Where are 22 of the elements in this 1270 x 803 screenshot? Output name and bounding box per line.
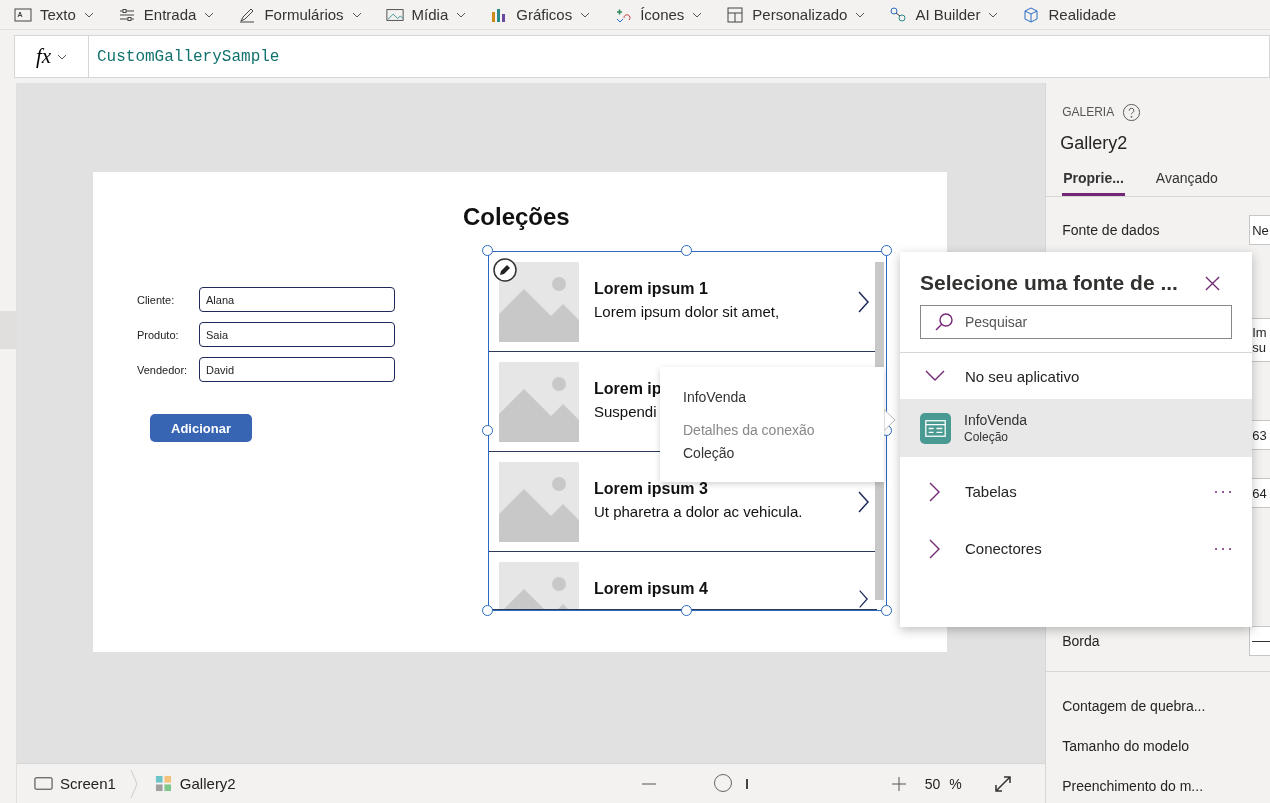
property-label: Borda [1062, 633, 1101, 649]
item-subtitle: Ut pharetra a dolor ac vehicula. [594, 503, 803, 520]
control-name: Gallery2 [1059, 132, 1129, 154]
item-subtitle: Suspendi [594, 403, 657, 420]
field-label: Produto: [137, 328, 180, 341]
screen-title: Coleções [463, 203, 570, 231]
property-label: Contagem de quebra... [1062, 697, 1207, 716]
item-subtitle: Lorem ipsum dolor sit amet, [594, 303, 780, 320]
property-label: Tamanho do modelo [1062, 737, 1191, 756]
property-label: Preenchimento do m... [1062, 777, 1205, 796]
tooltip-title: InfoVenda [683, 389, 748, 405]
item-title: Lorem ipsum 1 [594, 280, 708, 298]
category-label: GALERIA [1062, 105, 1115, 119]
field-label: Vendedor: [137, 363, 189, 376]
tooltip-heading: Detalhes da conexão [683, 422, 816, 438]
item-title: Lorem ipsum 3 [594, 480, 708, 498]
dialog-title: Selecione uma fonte de ... [920, 271, 1179, 295]
property-label: Fonte de dados [1062, 222, 1161, 238]
zoom-value: 50 [924, 775, 941, 792]
zoom-unit: % [949, 775, 962, 792]
item-title: Lorem ipsum 4 [594, 580, 708, 598]
field-label: Cliente: [137, 293, 176, 306]
